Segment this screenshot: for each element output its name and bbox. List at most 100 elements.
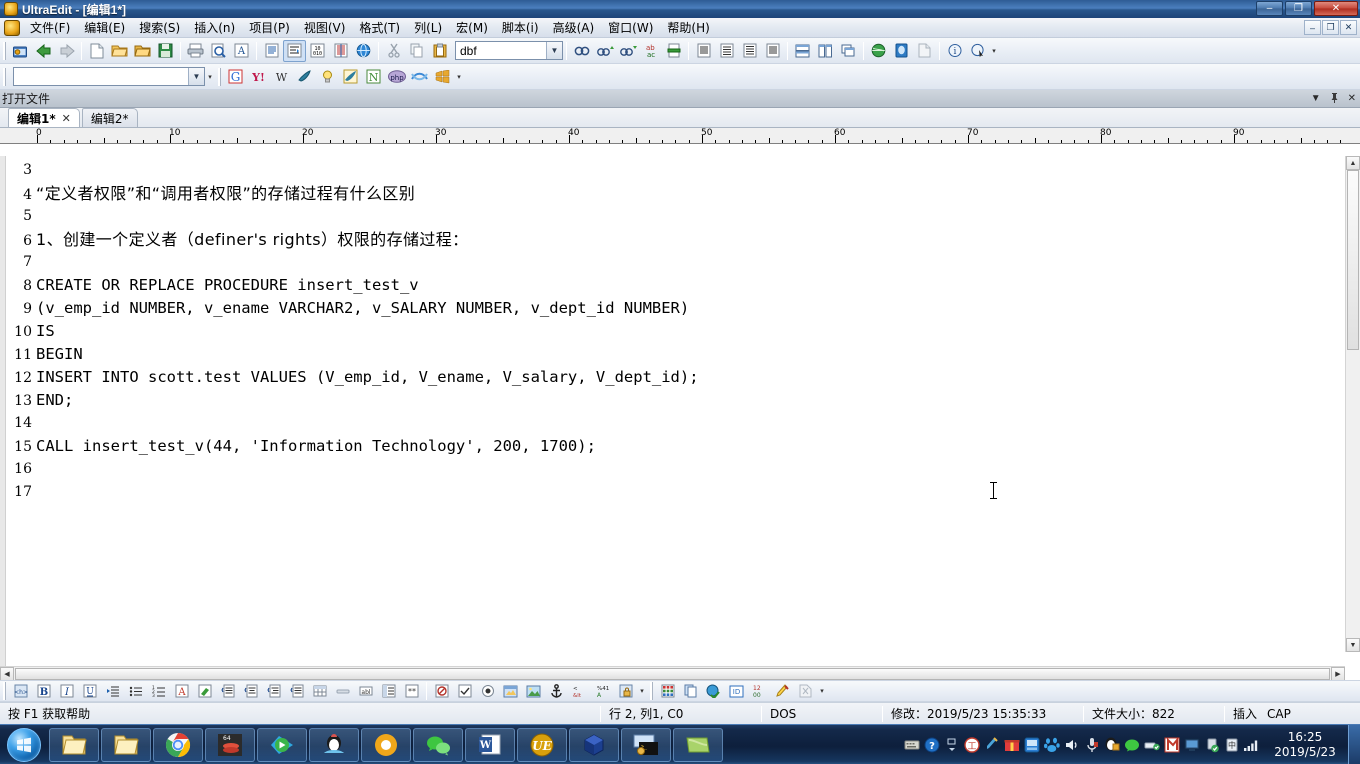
close-button[interactable]: ✕ xyxy=(1314,1,1358,16)
menu-advanced[interactable]: 高级(A) xyxy=(546,17,602,38)
code-line[interactable]: 12 INSERT INTO scott.test VALUES (V_emp_i… xyxy=(6,366,1360,389)
code-line[interactable]: 9 (v_emp_id NUMBER, v_ename VARCHAR2, v_S… xyxy=(6,297,1360,320)
pin-icon[interactable] xyxy=(1330,92,1339,106)
validate-icon[interactable] xyxy=(702,680,725,702)
mdi-restore-button[interactable]: ❐ xyxy=(1322,20,1339,35)
anchor-icon[interactable] xyxy=(545,680,568,702)
special-char-icon[interactable]: < &lt xyxy=(568,680,591,702)
code-line[interactable]: 7 xyxy=(6,251,1360,274)
new-file-icon[interactable] xyxy=(85,40,108,62)
menu-project[interactable]: 项目(P) xyxy=(242,17,297,38)
tab-edit1[interactable]: 编辑1* ✕ xyxy=(8,108,80,127)
save-icon[interactable] xyxy=(154,40,177,62)
radio-button-icon[interactable] xyxy=(476,680,499,702)
toolbar-overflow-icon[interactable]: ▾ xyxy=(817,687,827,695)
mdi-minimize-button[interactable]: – xyxy=(1304,20,1321,35)
italic-icon[interactable]: I xyxy=(55,680,78,702)
toolbar-overflow-icon[interactable]: ▾ xyxy=(454,73,464,81)
document-icon[interactable] xyxy=(4,19,20,36)
chevron-down-icon[interactable]: ▼ xyxy=(546,42,562,59)
taskbar-folder-2[interactable] xyxy=(101,727,151,762)
form-icon[interactable] xyxy=(377,680,400,702)
font-color-icon[interactable]: A xyxy=(170,680,193,702)
compare-icon[interactable] xyxy=(913,40,936,62)
reference-icon[interactable] xyxy=(339,66,362,88)
php-icon[interactable]: php xyxy=(385,66,408,88)
toolbar-grip[interactable] xyxy=(650,682,653,700)
taskbar-ultraedit[interactable]: UE xyxy=(517,727,567,762)
align-right-icon[interactable] xyxy=(262,680,285,702)
bookmark-icon[interactable] xyxy=(662,40,685,62)
taskbar-folder-1[interactable] xyxy=(49,727,99,762)
menu-help[interactable]: 帮助(H) xyxy=(660,17,716,38)
broken-page-icon[interactable] xyxy=(794,680,817,702)
encrypt-icon[interactable] xyxy=(614,680,637,702)
taskbar-clock[interactable]: 16:25 2019/5/23 xyxy=(1262,725,1348,764)
font-icon[interactable]: A xyxy=(230,40,253,62)
id-icon[interactable]: ID xyxy=(725,680,748,702)
ascii-icon[interactable]: %41 A xyxy=(591,680,614,702)
ftp-icon[interactable] xyxy=(890,40,913,62)
menu-insert[interactable]: 插入(n) xyxy=(187,17,242,38)
indent-icon[interactable] xyxy=(101,680,124,702)
align-left-icon[interactable] xyxy=(216,680,239,702)
numbered-list-icon[interactable]: 123 xyxy=(147,680,170,702)
replace-icon[interactable]: ab ac xyxy=(639,40,662,62)
open-folder-icon[interactable] xyxy=(131,40,154,62)
taskbar-securecrt[interactable]: >_ xyxy=(621,727,671,762)
menu-format[interactable]: 格式(T) xyxy=(352,17,407,38)
code-line[interactable]: 8 CREATE OR REPLACE PROCEDURE insert_test… xyxy=(6,274,1360,297)
mic-icon[interactable] xyxy=(1083,736,1100,753)
menu-column[interactable]: 列(L) xyxy=(407,17,449,38)
code-line[interactable]: 16 xyxy=(6,458,1360,481)
horizontal-scroll-thumb[interactable] xyxy=(15,667,1330,680)
list4-icon[interactable] xyxy=(761,40,784,62)
wechat-tray-icon[interactable] xyxy=(1123,736,1140,753)
paragraph-format-icon[interactable] xyxy=(283,39,306,62)
bank-icon[interactable]: 工 xyxy=(963,736,980,753)
horizontal-scrollbar[interactable]: ◀ ▶ xyxy=(0,666,1345,681)
menu-window[interactable]: 窗口(W) xyxy=(601,17,660,38)
web-search-input[interactable]: ▼ xyxy=(13,67,205,86)
taskbar-wechat[interactable] xyxy=(413,727,463,762)
baidu-icon[interactable] xyxy=(1043,736,1060,753)
taskbar-virtualbox[interactable] xyxy=(569,727,619,762)
taskbar-media-player[interactable] xyxy=(257,727,307,762)
back-arrow-icon[interactable] xyxy=(32,40,55,62)
picture-icon[interactable] xyxy=(522,680,545,702)
highlighter-icon[interactable] xyxy=(771,680,794,702)
column-mode-icon[interactable] xyxy=(329,40,352,62)
hex-edit-icon[interactable]: 10 010 xyxy=(306,40,329,62)
find-next-icon[interactable] xyxy=(616,40,639,62)
code-line[interactable]: 3 xyxy=(6,159,1360,182)
grid-icon[interactable] xyxy=(656,680,679,702)
menu-macro[interactable]: 宏(M) xyxy=(449,17,495,38)
vertical-scrollbar[interactable]: ▲ ▼ xyxy=(1345,156,1360,652)
remote-icon[interactable] xyxy=(1023,736,1040,753)
scroll-right-button[interactable]: ▶ xyxy=(1331,666,1345,681)
mdi-close-button[interactable]: ✕ xyxy=(1340,20,1357,35)
onenote-icon[interactable]: N xyxy=(362,66,385,88)
start-button[interactable] xyxy=(0,726,48,764)
menu-view[interactable]: 视图(V) xyxy=(297,17,353,38)
insert-image-icon[interactable] xyxy=(499,680,522,702)
list1-icon[interactable] xyxy=(692,40,715,62)
input-method-icon[interactable]: 中 xyxy=(1223,736,1240,753)
comment-icon[interactable]: ** xyxy=(400,680,423,702)
wikipedia-icon[interactable]: W xyxy=(270,66,293,88)
kaspersky-icon[interactable] xyxy=(1163,736,1180,753)
taskbar-qq-browser[interactable] xyxy=(309,727,359,762)
menu-file[interactable]: 文件(F) xyxy=(23,17,77,38)
forward-arrow-icon[interactable] xyxy=(55,40,78,62)
html-tag-icon[interactable]: <h> xyxy=(9,680,32,702)
microsoft-icon[interactable] xyxy=(431,66,454,88)
find-icon[interactable] xyxy=(570,40,593,62)
toolbar-grip[interactable] xyxy=(218,67,221,86)
find-prev-icon[interactable] xyxy=(593,40,616,62)
table-icon[interactable] xyxy=(308,680,331,702)
code-line[interactable]: 17 xyxy=(6,481,1360,504)
code-line[interactable]: 6 1、创建一个定义者（definer's rights）权限的存储过程： xyxy=(6,228,1360,251)
syntax-highlight-combo[interactable]: dbf ▼ xyxy=(455,41,563,60)
usb-ok-icon[interactable] xyxy=(1203,736,1220,753)
highlight-icon[interactable] xyxy=(193,680,216,702)
